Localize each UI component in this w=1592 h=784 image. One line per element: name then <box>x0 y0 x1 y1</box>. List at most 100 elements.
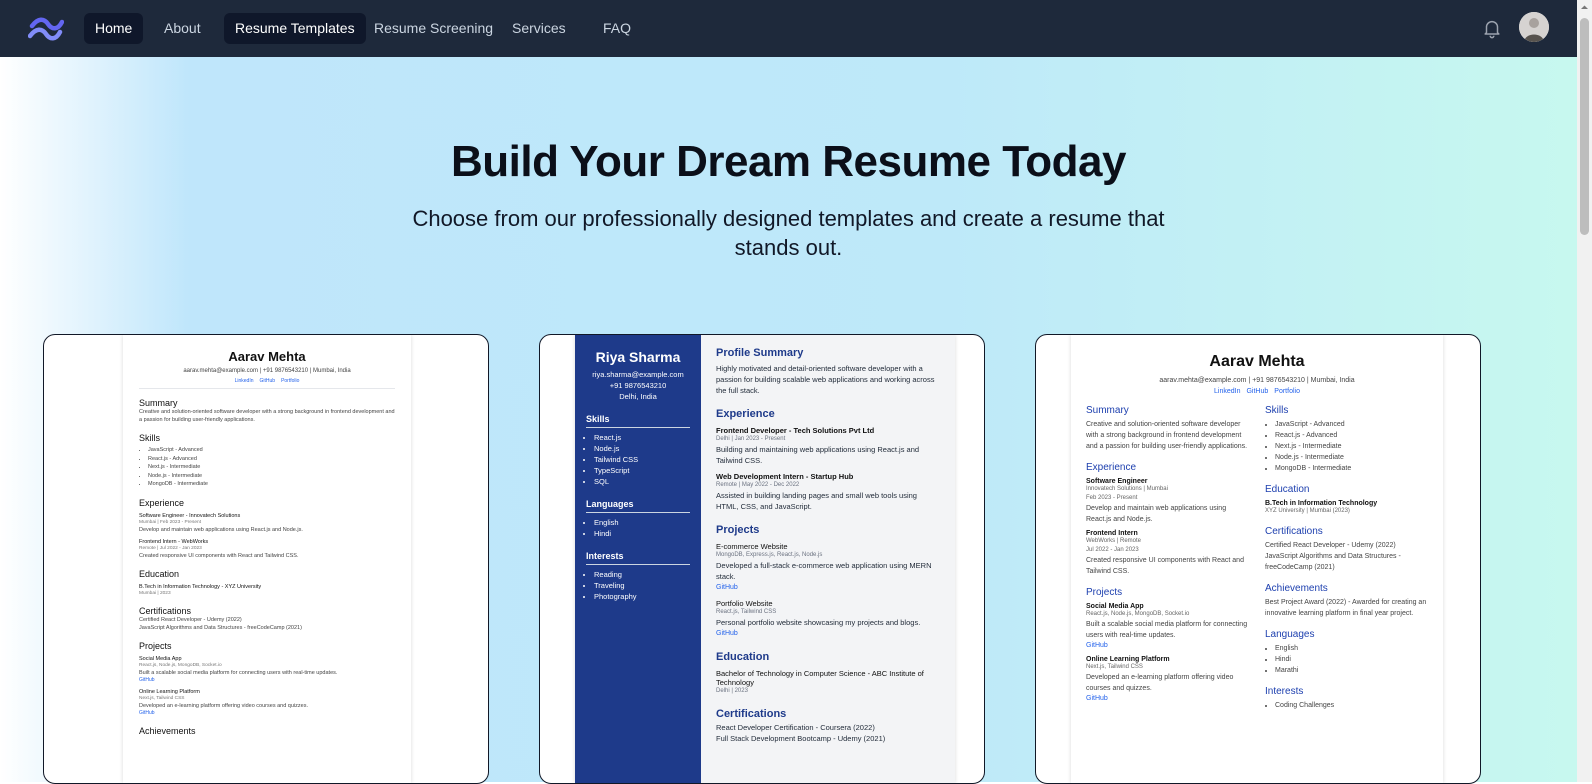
section-heading: Profile Summary <box>716 347 804 359</box>
job-meta: Delhi | Jan 2023 - Present <box>716 436 786 442</box>
user-avatar[interactable] <box>1519 12 1549 42</box>
resume-contact: aarav.mehta@example.com | +91 9876543210… <box>1159 377 1355 384</box>
top-navbar: Home About Resume Templates Resume Scree… <box>0 0 1577 57</box>
project-link[interactable]: GitHub <box>139 677 395 684</box>
list-item: React.js - Advanced <box>148 455 395 464</box>
list-item: MongoDB - Intermediate <box>1275 463 1428 474</box>
section-heading: Projects <box>1086 587 1123 598</box>
job-meta: Mumbai | Feb 2023 - Present <box>139 519 202 525</box>
job-desc: Building and maintaining web application… <box>716 445 920 465</box>
portfolio-link[interactable]: Portfolio <box>1274 388 1300 395</box>
job-title: Frontend Intern <box>1086 530 1138 537</box>
location-text: Delhi, India <box>619 392 657 401</box>
list-item: Next.js - Intermediate <box>148 463 395 472</box>
linkedin-link[interactable]: LinkedIn <box>235 378 254 384</box>
list-item: MongoDB - Intermediate <box>148 480 395 489</box>
summary-text: Creative and solution-oriented software … <box>139 409 395 423</box>
skills-list: JavaScript - Advanced React.js - Advance… <box>139 446 395 489</box>
list-item: Hindi <box>1275 654 1428 665</box>
section-heading: Experience <box>716 408 775 420</box>
list-item: JavaScript - Advanced <box>1275 419 1428 430</box>
project-link[interactable]: GitHub <box>139 710 395 717</box>
cert-item: JavaScript Algorithms and Data Structure… <box>1265 553 1401 571</box>
project-desc: Developed a full-stack e-commerce web ap… <box>716 561 932 581</box>
job-meta: WebWorks | Remote <box>1086 538 1142 544</box>
cert-item: Full Stack Development Bootcamp - Udemy … <box>716 734 886 743</box>
job-desc: Develop and maintain web applications us… <box>1086 505 1227 523</box>
section-heading: Certifications <box>716 708 787 720</box>
languages-list: English Hindi Marathi <box>1265 643 1428 676</box>
project-desc: Developed an e-learning platform offerin… <box>1086 674 1234 692</box>
list-item: Next.js - Intermediate <box>1275 441 1428 452</box>
resume-name: Aarav Mehta <box>1209 353 1305 370</box>
scrollbar-thumb[interactable] <box>1580 18 1589 235</box>
portfolio-link[interactable]: Portfolio <box>281 378 299 384</box>
list-item: English <box>1275 643 1428 654</box>
skills-list: JavaScript - Advanced React.js - Advance… <box>1265 419 1428 474</box>
resume-main: Profile Summary Highly motivated and det… <box>701 335 955 783</box>
section-heading: Interests <box>1265 686 1304 697</box>
nav-resume-screening[interactable]: Resume Screening <box>363 13 504 44</box>
template-card-1[interactable]: Aarav Mehta aarav.mehta@example.com | +9… <box>43 334 489 784</box>
degree: B.Tech in Information Technology <box>1265 500 1378 507</box>
list-item: Reading <box>594 569 690 580</box>
nav-services[interactable]: Services <box>501 13 577 44</box>
section-heading: Projects <box>716 524 760 536</box>
nav-resume-templates[interactable]: Resume Templates <box>224 13 366 44</box>
page-scrollbar[interactable] <box>1577 0 1592 782</box>
wave-logo-icon[interactable] <box>28 14 64 44</box>
job-desc: Develop and maintain web applications us… <box>139 526 303 533</box>
list-item: Node.js <box>594 443 690 454</box>
github-link[interactable]: GitHub <box>260 378 276 384</box>
left-column: Summary Creative and solution-oriented s… <box>1086 395 1249 711</box>
project-title: E-commerce Website <box>716 542 788 551</box>
project-link[interactable]: GitHub <box>716 582 940 593</box>
list-item: Photography <box>594 591 690 602</box>
job-meta: Remote | May 2022 - Dec 2022 <box>716 482 800 488</box>
project-link[interactable]: GitHub <box>1086 641 1249 651</box>
template-card-2[interactable]: Riya Sharma riya.sharma@example.com +91 … <box>539 334 985 784</box>
summary-text: Creative and solution-oriented software … <box>1086 421 1248 450</box>
project-desc: Built a scalable social media platform f… <box>1086 621 1248 639</box>
project-desc: Developed an e-learning platform offerin… <box>139 702 308 709</box>
section-heading: Achievements <box>139 725 196 736</box>
job-desc: Created responsive UI components with Re… <box>139 552 299 559</box>
achievement-item: Best Project Award (2022) - Awarded for … <box>1265 599 1427 617</box>
section-heading: Summary <box>139 398 178 408</box>
job-meta: Remote | Jul 2022 - Jan 2023 <box>139 545 202 551</box>
list-item: Traveling <box>594 580 690 591</box>
resume-preview-3: Aarav Mehta aarav.mehta@example.com | +9… <box>1071 335 1443 783</box>
list-item: JavaScript - Advanced <box>148 446 395 455</box>
nav-faq[interactable]: FAQ <box>592 13 642 44</box>
languages-list: English Hindi <box>586 517 690 539</box>
template-card-3[interactable]: Aarav Mehta aarav.mehta@example.com | +9… <box>1035 334 1481 784</box>
cert-item: JavaScript Algorithms and Data Structure… <box>139 624 302 631</box>
project-link[interactable]: GitHub <box>716 628 940 639</box>
project-meta: React.js, Node.js, MongoDB, Socket.io <box>139 662 222 668</box>
list-item: React.js - Advanced <box>1275 430 1428 441</box>
resume-name: Riya Sharma <box>595 349 681 365</box>
section-heading: Achievements <box>1265 583 1328 594</box>
linkedin-link[interactable]: LinkedIn <box>1214 388 1240 395</box>
bell-icon[interactable] <box>1481 17 1503 39</box>
project-title: Social Media App <box>1086 603 1144 610</box>
project-desc: Personal portfolio website showcasing my… <box>716 618 921 627</box>
section-heading: Education <box>716 651 770 663</box>
nav-home[interactable]: Home <box>84 13 144 44</box>
cert-item: React Developer Certification - Coursera… <box>716 723 875 732</box>
project-link[interactable]: GitHub <box>1086 694 1249 704</box>
github-link[interactable]: GitHub <box>1246 388 1268 395</box>
scroll-up-arrow-icon[interactable] <box>1577 0 1592 15</box>
email-text: riya.sharma@example.com <box>592 370 684 379</box>
interests-list: Coding Challenges <box>1265 700 1428 711</box>
list-item: TypeScript <box>594 465 690 476</box>
job-date: Feb 2023 - Present <box>1086 495 1138 501</box>
nav-about[interactable]: About <box>153 13 212 44</box>
resume-contact: riya.sharma@example.com +91 9876543210 D… <box>586 369 690 402</box>
section-heading: Skills <box>586 414 690 428</box>
section-heading: Certifications <box>139 605 192 616</box>
job-date: Jul 2022 - Jan 2023 <box>1086 547 1139 553</box>
list-item: Node.js - Intermediate <box>148 472 395 481</box>
job-title: Software Engineer <box>1086 478 1148 485</box>
list-item: Hindi <box>594 528 690 539</box>
